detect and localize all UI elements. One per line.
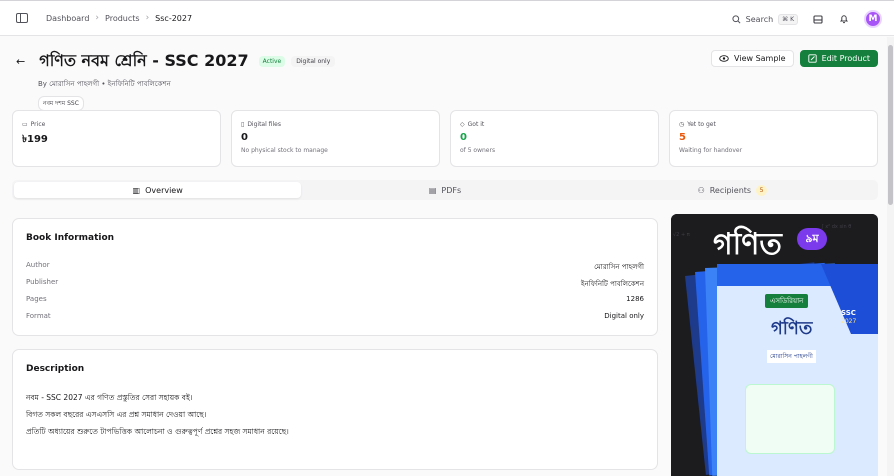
tab-overview[interactable]: ▥ Overview: [14, 182, 302, 198]
stat-subtext: of 5 owners: [460, 147, 496, 154]
cover-ssc: SSC: [841, 309, 856, 317]
stats-row: ▭ Price ৳199 ▯ Digital files 0 No physical…: [12, 110, 878, 167]
tab-bar: ▥ Overview ▤ PDFs ⚇ Recipients 5: [12, 180, 878, 200]
stat-yet-to-get: ◷ Yet to get 5 Waiting for handover: [669, 110, 878, 167]
search-shortcut: ⌘ K: [778, 13, 798, 25]
stat-label: Yet to get: [687, 121, 716, 128]
cover-book-title: গণিত: [771, 318, 813, 339]
avatar[interactable]: M: [864, 10, 882, 28]
stat-value: 5: [679, 132, 686, 143]
breadcrumb-products[interactable]: Products: [105, 14, 140, 23]
description-line: প্রতিটি অধ্যায়ের শুরুতে টাপভিত্তিক আলোচ…: [26, 427, 289, 436]
format-badge: Digital only: [291, 56, 336, 67]
sidebar-toggle-icon[interactable]: [16, 13, 28, 23]
card-title: Description: [26, 364, 85, 374]
tab-label: Recipients: [709, 185, 752, 195]
byline: By মোরাসিন পাহলগী • ইনফিনিটি পাবলিকেশন: [38, 80, 171, 88]
info-value: 1286: [626, 295, 644, 303]
page-title: গণিত নবম শ্রেনি - SSC 2027: [39, 51, 249, 70]
scrollbar-thumb[interactable]: [888, 45, 893, 205]
package-icon: ◇: [460, 121, 465, 128]
svg-text:∫ x² dx sin θ: ∫ x² dx sin θ: [821, 224, 851, 230]
info-key: Author: [26, 261, 50, 269]
cover-year: 2027: [841, 318, 857, 325]
info-key: Format: [26, 312, 51, 320]
cover-big-title: গণিত: [713, 227, 782, 262]
cover-grade-badge: ৯ম: [797, 228, 827, 250]
chevron-right-icon: ›: [95, 13, 100, 23]
breadcrumb-dashboard[interactable]: Dashboard: [46, 14, 89, 23]
description-line: বিগত সকল বছরের এসএসসি এর প্রশ্ন সমাধান দ…: [26, 410, 207, 419]
product-header: ← গণিত নবম শ্রেনি - SSC 2027 Active Digi…: [16, 48, 878, 111]
file-text-icon: ▤: [428, 185, 437, 195]
view-sample-button[interactable]: View Sample: [711, 50, 794, 67]
stat-price: ▭ Price ৳199: [12, 110, 221, 167]
recipients-count-badge: 5: [756, 184, 768, 196]
stat-got-it: ◇ Got it 0 of 5 owners: [450, 110, 659, 167]
users-icon: ⚇: [697, 185, 705, 195]
view-sample-label: View Sample: [734, 54, 786, 63]
cover-illustration: [745, 384, 835, 454]
search-button[interactable]: Search ⌘ K: [732, 13, 798, 25]
svg-text:√2 + π: √2 + π: [673, 232, 690, 238]
cover-author-banner: মোরাসিন পাহলগী: [767, 350, 816, 363]
info-row-author: Author মোরাসিন পাহলগী: [26, 261, 644, 273]
info-row-pages: Pages 1286: [26, 295, 644, 303]
stat-subtext: Waiting for handover: [679, 147, 743, 154]
book-information-card: Book Information Author মোরাসিন পাহলগী P…: [12, 218, 658, 336]
page-scrollbar[interactable]: [887, 37, 894, 476]
info-row-publisher: Publisher ইনফিনিটি পাবলিকেশন: [26, 278, 644, 290]
stat-subtext: No physical stock to manage: [241, 147, 328, 154]
inbox-icon[interactable]: [812, 13, 824, 25]
stat-digital-files: ▯ Digital files 0 No physical stock to ma…: [231, 110, 440, 167]
stat-value: ৳199: [22, 134, 48, 145]
stat-label: Price: [30, 121, 46, 128]
edit-icon: [807, 54, 817, 63]
tab-pdfs[interactable]: ▤ PDFs: [301, 182, 588, 198]
info-key: Pages: [26, 295, 47, 303]
status-badge: Active: [258, 56, 286, 67]
edit-product-label: Edit Product: [821, 54, 870, 63]
tab-recipients[interactable]: ⚇ Recipients 5: [589, 182, 876, 198]
chevron-right-icon: ›: [145, 13, 150, 23]
clock-icon: ◷: [679, 121, 685, 128]
cover-series-label: এসডিরিয়ান: [765, 294, 809, 308]
tab-label: PDFs: [441, 185, 462, 195]
description-card: Description নবম - SSC 2027 এর গণিত প্রস্…: [12, 349, 658, 470]
search-label: Search: [745, 14, 774, 24]
bell-icon[interactable]: [838, 13, 850, 25]
info-value: Digital only: [604, 312, 644, 320]
breadcrumb-current: Ssc-2027: [155, 13, 193, 23]
price-tag-icon: ▭: [22, 121, 28, 128]
description-line: নবম - SSC 2027 এর গণিত প্রস্তুতির সেরা স…: [26, 393, 193, 402]
info-row-format: Format Digital only: [26, 312, 644, 320]
file-icon: ▯: [241, 121, 245, 128]
category-tag: নবম দশম SSC: [38, 96, 84, 111]
stat-value: 0: [460, 132, 467, 143]
stat-value: 0: [241, 132, 248, 143]
search-icon: [732, 14, 741, 23]
info-value: মোরাসিন পাহলগী: [594, 263, 644, 271]
eye-icon: [719, 55, 729, 62]
info-value: ইনফিনিটি পাবলিকেশন: [580, 280, 644, 288]
info-key: Publisher: [26, 278, 59, 286]
stat-label: Got it: [467, 121, 485, 128]
breadcrumb: Dashboard › Products › Ssc-2027: [16, 13, 192, 23]
book-cover-image: ∫ x² dx sin θ √2 + π গণিত ৯ম SSC 2027 এস…: [671, 214, 878, 476]
book-open-icon: ▥: [132, 185, 141, 195]
stat-label: Digital files: [247, 121, 281, 128]
tab-label: Overview: [145, 185, 183, 195]
back-arrow-icon[interactable]: ←: [16, 55, 25, 68]
card-title: Book Information: [26, 233, 115, 243]
edit-product-button[interactable]: Edit Product: [799, 50, 878, 67]
top-bar: Dashboard › Products › Ssc-2027 Search ⌘…: [0, 0, 894, 36]
